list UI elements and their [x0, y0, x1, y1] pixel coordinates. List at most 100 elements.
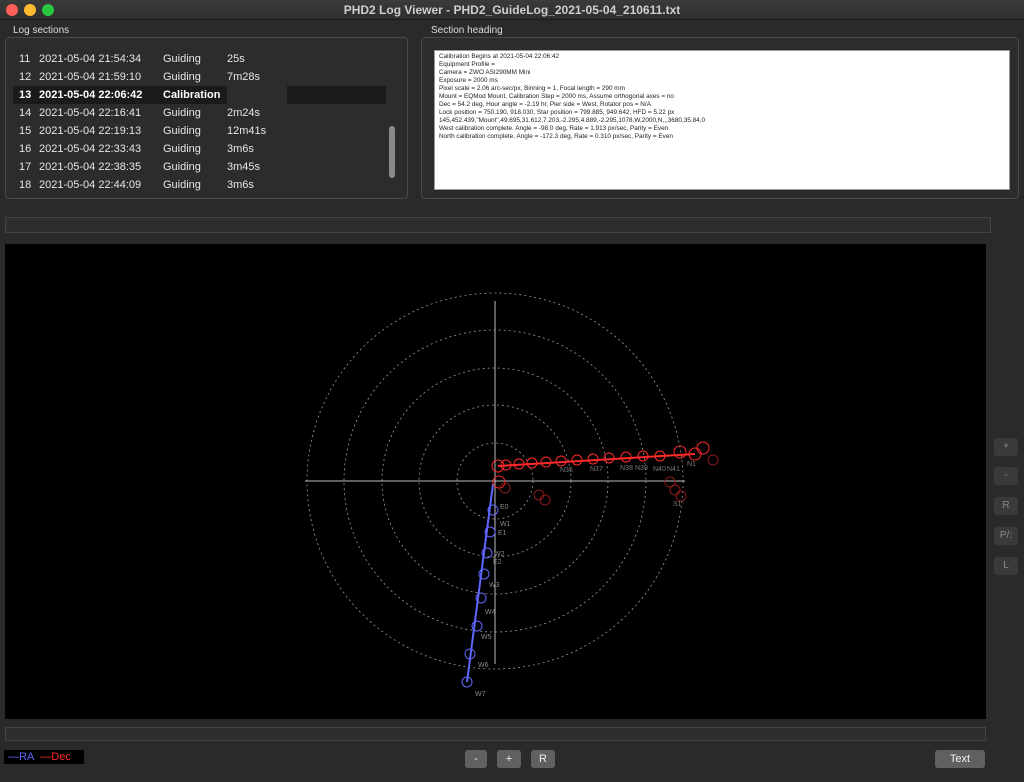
- ra-step-label: W2: [494, 551, 505, 558]
- ra-step-label: W5: [481, 634, 492, 641]
- row-duration: 3m6s: [227, 179, 254, 191]
- row-timestamp: 2021-05-04 21:54:34: [39, 53, 142, 65]
- row-number: 12: [19, 71, 32, 83]
- ra-step-label: W1: [500, 521, 511, 528]
- dec-step-label: N1: [687, 461, 696, 468]
- calibration-plot[interactable]: E0 W1 E1 W2 E2 W3 W4 W5 W6 W7 N36 N37 N3…: [5, 244, 986, 719]
- p-side-button[interactable]: P/:: [994, 527, 1018, 545]
- row-type: Calibration: [163, 89, 221, 101]
- row-number: 15: [19, 125, 32, 137]
- row-duration: 3m45s: [227, 161, 261, 173]
- row-number: 16: [19, 143, 32, 155]
- heading-line: Exposure = 2000 ms: [439, 77, 498, 84]
- calibration-plot-svg: E0 W1 E1 W2 E2 W3 W4 W5 W6 W7 N36 N37 N3…: [305, 292, 719, 698]
- ra-step-label: W4: [485, 609, 496, 616]
- heading-line: Equipment Profile =: [439, 61, 495, 68]
- ra-step-label: E0: [500, 504, 509, 511]
- ra-step-label: W6: [478, 662, 489, 669]
- row-duration: 2m24s: [227, 107, 261, 119]
- log-section-row-selected[interactable]: 13 2021-05-04 22:06:42 Calibration: [13, 86, 386, 104]
- row-duration: [227, 86, 287, 104]
- zoom-in-button[interactable]: +: [497, 750, 521, 768]
- log-sections-list[interactable]: 11 2021-05-04 21:54:34 Guiding 25s 12 2021-0…: [13, 50, 386, 194]
- bottom-scroll-bar[interactable]: [5, 727, 986, 741]
- dec-return-marker: [669, 484, 681, 496]
- dec-step-label: N36: [560, 467, 573, 474]
- dec-labels: N36 N37 N38 N39 N40 N41 N1 S1: [560, 461, 696, 508]
- top-scroll-bar[interactable]: [5, 217, 991, 233]
- l-side-button[interactable]: L: [994, 557, 1018, 575]
- scroll-thumb[interactable]: [389, 126, 395, 178]
- ra-step-label: W3: [489, 582, 500, 589]
- row-number: 17: [19, 161, 32, 173]
- ra-step-label: W7: [475, 691, 486, 698]
- heading-line: 145,452.439,"Mount",49.695,31.612,7.203,…: [439, 117, 706, 124]
- dec-return-marker: [539, 494, 551, 506]
- row-timestamp: 2021-05-04 22:16:41: [39, 107, 142, 119]
- dec-step-label: N41: [667, 466, 680, 473]
- log-section-row[interactable]: 16 2021-05-04 22:33:43 Guiding 3m6s: [13, 140, 386, 158]
- row-type: Guiding: [163, 53, 201, 65]
- row-type: Guiding: [163, 107, 201, 119]
- log-section-row[interactable]: 12 2021-05-04 21:59:10 Guiding 7m28s: [13, 68, 386, 86]
- dec-step-label: S1: [673, 501, 682, 508]
- row-timestamp: 2021-05-04 22:06:42: [39, 89, 143, 101]
- ra-labels: E0 W1 E1 W2 E2 W3 W4 W5 W6 W7: [475, 504, 511, 698]
- dec-step-marker: [673, 445, 687, 459]
- row-type: Guiding: [163, 161, 201, 173]
- heading-line: Calibration Begins at 2021-05-04 22:06:4…: [439, 53, 560, 60]
- section-heading-label: Section heading: [431, 25, 503, 36]
- row-duration: 12m41s: [227, 125, 267, 137]
- heading-line: Camera = ZWO ASI290MM Mini: [439, 69, 531, 76]
- dec-return-marker: [675, 490, 687, 502]
- heading-line: Pixel scale = 2.06 arc-sec/px, Binning =…: [439, 85, 625, 92]
- log-list-scrollbar[interactable]: [387, 48, 397, 194]
- row-timestamp: 2021-05-04 22:44:09: [39, 179, 142, 191]
- heading-line: West calibration complete. Angle = -98.0…: [439, 125, 669, 132]
- log-section-row[interactable]: 18 2021-05-04 22:44:09 Guiding 3m6s: [13, 176, 386, 194]
- row-timestamp: 2021-05-04 22:19:13: [39, 125, 142, 137]
- heading-line: North calibration complete. Angle = -172…: [439, 133, 673, 140]
- legend-ra: —RA: [8, 751, 35, 763]
- log-section-row[interactable]: 15 2021-05-04 22:19:13 Guiding 12m41s: [13, 122, 386, 140]
- row-timestamp: 2021-05-04 21:59:10: [39, 71, 142, 83]
- reset-button[interactable]: R: [531, 750, 555, 768]
- heading-line: Lock position = 750.190, 918.030, Star p…: [439, 109, 675, 116]
- row-type: Guiding: [163, 71, 201, 83]
- ra-step-label: E1: [498, 530, 507, 537]
- row-number: 11: [19, 53, 31, 65]
- legend-dec: —Dec: [40, 751, 71, 763]
- row-duration: 3m6s: [227, 143, 254, 155]
- dec-step-marker: [696, 441, 710, 455]
- dec-step-label: N39: [635, 465, 648, 472]
- log-section-row[interactable]: 11 2021-05-04 21:54:34 Guiding 25s: [13, 50, 386, 68]
- row-timestamp: 2021-05-04 22:33:43: [39, 143, 142, 155]
- window-title: PHD2 Log Viewer - PHD2_GuideLog_2021-05-…: [343, 3, 681, 17]
- dec-return-marker: [707, 454, 719, 466]
- row-duration: 25s: [227, 53, 245, 65]
- heading-line: Dec = 54.2 deg, Hour angle = -2.19 hr, P…: [439, 101, 651, 108]
- dec-step-label: N38: [620, 465, 633, 472]
- reset-side-button[interactable]: R: [994, 497, 1018, 515]
- zoom-in-side-button[interactable]: +: [994, 438, 1018, 456]
- dec-step-label: N40: [653, 466, 666, 473]
- section-heading-text[interactable]: Calibration Begins at 2021-05-04 22:06:4…: [434, 50, 1010, 190]
- row-type: Guiding: [163, 179, 201, 191]
- row-number: 18: [19, 179, 32, 191]
- text-button[interactable]: Text: [935, 750, 985, 768]
- row-timestamp: 2021-05-04 22:38:35: [39, 161, 142, 173]
- row-number: 14: [19, 107, 32, 119]
- row-type: Guiding: [163, 125, 201, 137]
- row-duration: 7m28s: [227, 71, 261, 83]
- zoom-out-button[interactable]: -: [465, 750, 487, 768]
- ra-step-label: E2: [493, 559, 502, 566]
- dec-return-marker: [533, 489, 545, 501]
- title-bar[interactable]: PHD2 Log Viewer - PHD2_GuideLog_2021-05-…: [0, 0, 1024, 20]
- plot-legend: —RA —Dec: [4, 750, 84, 764]
- zoom-out-side-button[interactable]: -: [994, 467, 1018, 485]
- row-number: 13: [19, 89, 32, 101]
- dec-step-label: N37: [590, 466, 603, 473]
- log-section-row[interactable]: 14 2021-05-04 22:16:41 Guiding 2m24s: [13, 104, 386, 122]
- row-type: Guiding: [163, 143, 201, 155]
- log-section-row[interactable]: 17 2021-05-04 22:38:35 Guiding 3m45s: [13, 158, 386, 176]
